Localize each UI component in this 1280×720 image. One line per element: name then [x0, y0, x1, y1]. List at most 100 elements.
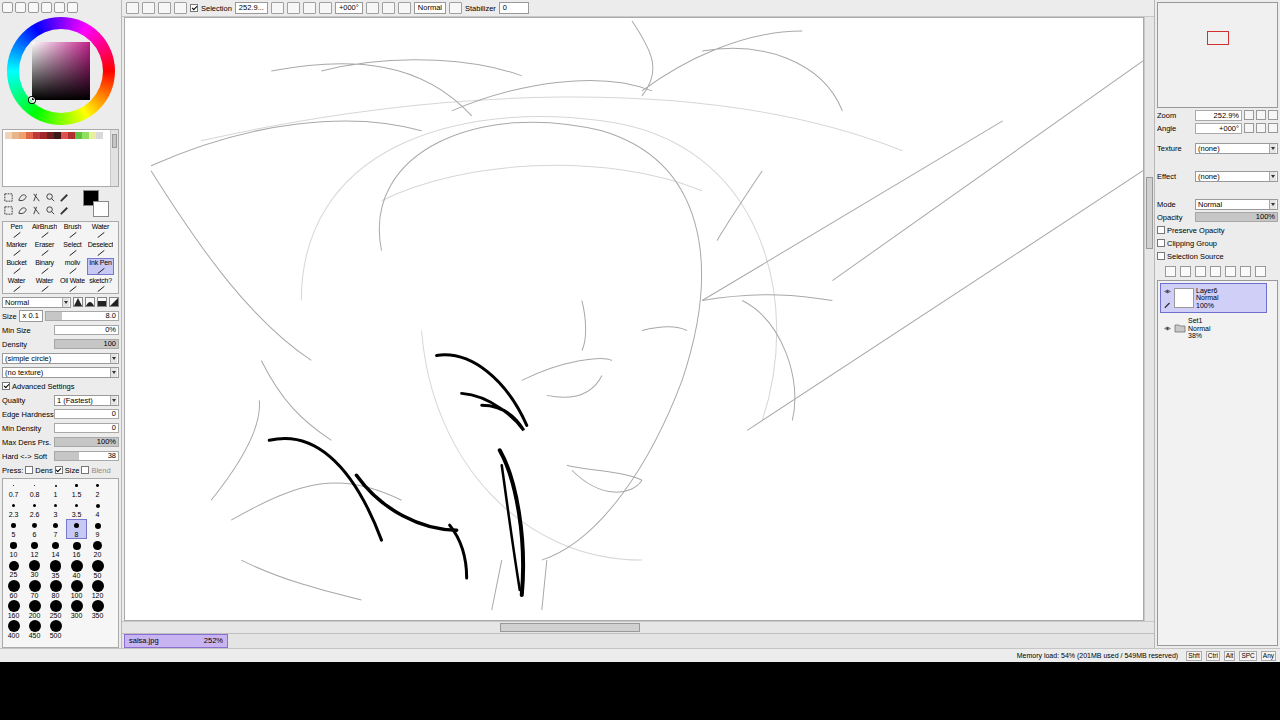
marquee-icon[interactable]: [2, 192, 14, 204]
angle-button-icon[interactable]: [1244, 123, 1254, 133]
color-swatch[interactable]: [68, 132, 75, 139]
toolbar-button-icon[interactable]: [126, 2, 139, 14]
panel-tab-icon[interactable]: [28, 2, 39, 13]
tool-button[interactable]: Pen: [3, 222, 30, 239]
checkbox[interactable]: [55, 466, 63, 474]
horizontal-scrollbar[interactable]: [122, 621, 1154, 633]
tool-button[interactable]: Eraser: [31, 240, 58, 257]
tool-button[interactable]: sketch?: [87, 276, 114, 293]
brush-size-button[interactable]: 14: [45, 539, 66, 559]
brush-size-button[interactable]: 350: [87, 599, 108, 619]
view-mode-field[interactable]: Normal: [414, 2, 446, 14]
merge-icon[interactable]: [1225, 266, 1236, 277]
tool-button[interactable]: Bucket: [3, 258, 30, 275]
slider[interactable]: 100%: [54, 437, 119, 447]
scrollbar-thumb[interactable]: [1146, 177, 1153, 249]
marquee-icon[interactable]: [2, 205, 14, 217]
new-folder-icon[interactable]: [1195, 266, 1206, 277]
brush-size-button[interactable]: 9: [87, 519, 108, 539]
wand-icon[interactable]: [30, 192, 42, 204]
panel-tab-icon[interactable]: [54, 2, 65, 13]
color-swatch[interactable]: [33, 132, 40, 139]
hue-ring[interactable]: [7, 17, 115, 125]
tool-button[interactable]: Ink Pen: [87, 258, 114, 275]
size-multiplier[interactable]: x 0.1: [19, 310, 43, 322]
stabilizer-field[interactable]: 0: [499, 2, 529, 14]
brush-size-button[interactable]: 100: [66, 579, 87, 599]
brush-size-button[interactable]: 300: [66, 599, 87, 619]
checkbox[interactable]: [190, 4, 198, 12]
panel-tab-icon[interactable]: [2, 2, 13, 13]
brush-size-button[interactable]: 4: [87, 499, 108, 519]
slider[interactable]: 38: [54, 451, 119, 461]
soft-shape-icon[interactable]: [85, 297, 95, 307]
zoom-field[interactable]: 252.9...: [235, 2, 268, 14]
tool-button[interactable]: Binary: [31, 258, 58, 275]
brush-size-button[interactable]: 25: [3, 559, 24, 579]
brush-shape-dropdown[interactable]: (simple circle): [2, 353, 119, 364]
effect-dropdown[interactable]: (none): [1195, 171, 1278, 182]
zoom-button-icon[interactable]: [303, 2, 316, 14]
brush-size-button[interactable]: 250: [45, 599, 66, 619]
brush-size-button[interactable]: 3.5: [66, 499, 87, 519]
zoom-button-icon[interactable]: [271, 2, 284, 14]
color-swatch[interactable]: [61, 132, 68, 139]
sharp-shape-icon[interactable]: [73, 297, 83, 307]
navigator[interactable]: [1157, 2, 1278, 108]
trash-icon[interactable]: [1255, 266, 1266, 277]
quality-dropdown[interactable]: 1 (Fastest): [54, 395, 119, 406]
brush-size-button[interactable]: 200: [24, 599, 45, 619]
rotate-button-icon[interactable]: [366, 2, 379, 14]
checkbox[interactable]: [81, 466, 89, 474]
scrollbar-thumb[interactable]: [500, 623, 640, 632]
angle-field[interactable]: +000°: [335, 2, 363, 14]
color-swatch[interactable]: [47, 132, 54, 139]
tool-button[interactable]: Water: [87, 222, 114, 239]
new-vector-icon[interactable]: [1180, 266, 1191, 277]
tool-button[interactable]: Select: [59, 240, 86, 257]
scrollbar[interactable]: [110, 130, 118, 186]
checkbox[interactable]: [1157, 226, 1165, 234]
delete-layer-icon[interactable]: [1210, 266, 1221, 277]
tool-button[interactable]: AirBrush: [31, 222, 58, 239]
brush-size-button[interactable]: 80: [45, 579, 66, 599]
rotate-button-icon[interactable]: [398, 2, 411, 14]
tool-button[interactable]: moliv: [59, 258, 86, 275]
checkbox[interactable]: [25, 466, 33, 474]
brush-size-button[interactable]: 1.5: [66, 479, 87, 499]
brush-size-button[interactable]: 2.3: [3, 499, 24, 519]
slider[interactable]: 100: [54, 339, 119, 349]
slider[interactable]: 0: [54, 409, 119, 419]
brush-size-button[interactable]: 1: [45, 479, 66, 499]
brush-size-button[interactable]: 0.7: [3, 479, 24, 499]
brush-size-button[interactable]: 30: [24, 559, 45, 579]
toolbar-button-icon[interactable]: [158, 2, 171, 14]
custom-shape-icon[interactable]: [109, 297, 119, 307]
brush-size-button[interactable]: 10: [3, 539, 24, 559]
eyedropper-icon[interactable]: [58, 192, 70, 204]
color-swatch[interactable]: [82, 132, 89, 139]
drawing-canvas[interactable]: [124, 17, 1144, 621]
mode-button-icon[interactable]: [449, 2, 462, 14]
saturation-square[interactable]: [32, 42, 90, 100]
tool-button[interactable]: Water: [3, 276, 30, 293]
brush-size-button[interactable]: 2: [87, 479, 108, 499]
texture-dropdown[interactable]: (none): [1195, 143, 1278, 154]
color-swatch[interactable]: [12, 132, 19, 139]
eye-icon[interactable]: [1161, 285, 1173, 297]
brush-size-button[interactable]: 35: [45, 559, 66, 579]
secondary-color[interactable]: [93, 201, 109, 217]
zoom-button-icon[interactable]: [1256, 110, 1266, 120]
tool-button[interactable]: Brush: [59, 222, 86, 239]
brush-size-button[interactable]: 2.6: [24, 499, 45, 519]
checkbox[interactable]: [1157, 239, 1165, 247]
tool-button[interactable]: Oil Wate: [59, 276, 86, 293]
new-layer-icon[interactable]: [1165, 266, 1176, 277]
color-swatch[interactable]: [40, 132, 47, 139]
checkbox[interactable]: [2, 382, 10, 390]
zoom-icon[interactable]: [44, 192, 56, 204]
color-picker-marker[interactable]: [29, 97, 35, 103]
clear-icon[interactable]: [1240, 266, 1251, 277]
toolbar-button-icon[interactable]: [174, 2, 187, 14]
zoom-button-icon[interactable]: [1244, 110, 1254, 120]
